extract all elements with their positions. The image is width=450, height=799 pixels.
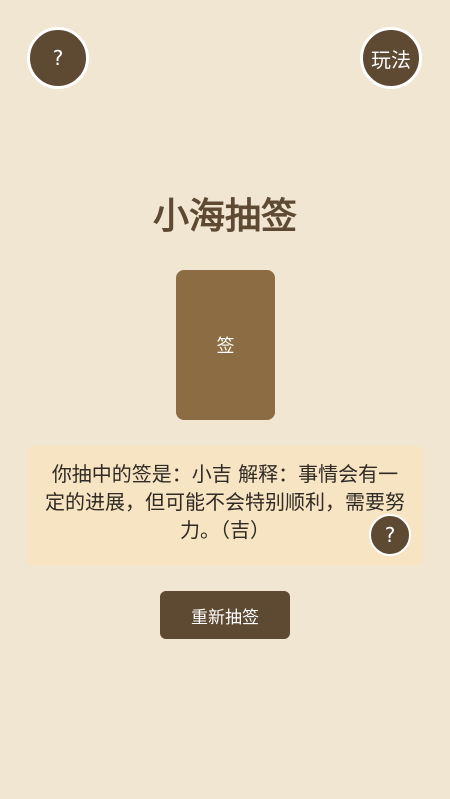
redraw-label: 重新抽签 bbox=[191, 607, 259, 628]
page-title: 小海抽签 bbox=[152, 196, 297, 237]
result-help-button[interactable]: ? bbox=[369, 514, 411, 556]
lot-card[interactable]: 签 bbox=[176, 270, 275, 420]
redraw-button[interactable]: 重新抽签 bbox=[160, 591, 290, 639]
result-panel: 你抽中的签是：小吉 解释：事情会有一定的进展，但可能不会特别顺利，需要努力。（吉… bbox=[27, 446, 423, 566]
result-help-label: ? bbox=[384, 523, 396, 547]
lot-card-label: 签 bbox=[216, 336, 235, 357]
help-label: ? bbox=[52, 46, 64, 70]
rules-button[interactable]: 玩法 bbox=[360, 27, 422, 89]
rules-label: 玩法 bbox=[371, 47, 411, 72]
result-text: 你抽中的签是：小吉 解释：事情会有一定的进展，但可能不会特别顺利，需要努力。（吉… bbox=[45, 462, 405, 542]
help-button[interactable]: ? bbox=[27, 27, 89, 89]
